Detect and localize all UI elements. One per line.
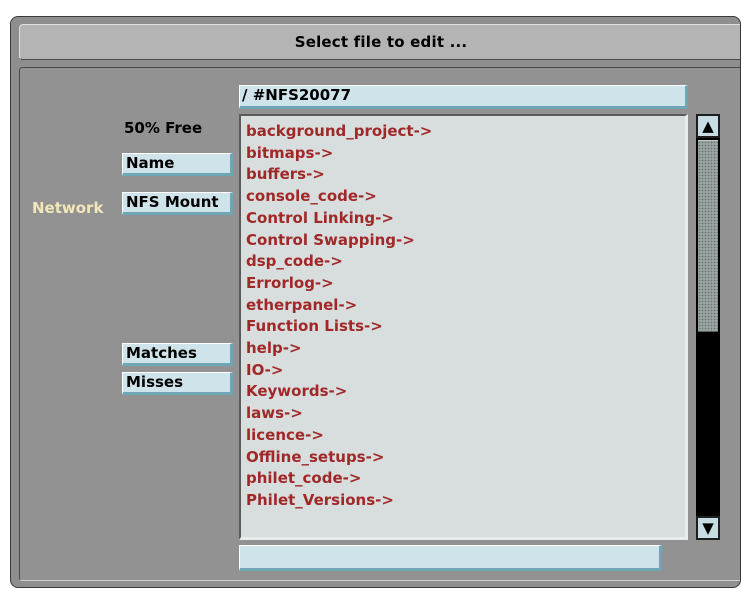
file-list-item[interactable]: console_code-> [241, 186, 685, 208]
nfs-mount-button[interactable]: NFS Mount [122, 192, 233, 215]
file-list-item[interactable]: Offline_setups-> [241, 447, 685, 469]
dialog-title: Select file to edit ... [19, 24, 740, 60]
file-list-item[interactable]: Errorlog-> [241, 273, 685, 295]
file-list-item[interactable]: laws-> [241, 403, 685, 425]
file-list-item[interactable]: Control Swapping-> [241, 230, 685, 252]
file-list-item[interactable]: dsp_code-> [241, 251, 685, 273]
file-list-scrollbar[interactable]: ▲ ▼ [696, 114, 720, 540]
scroll-thumb[interactable] [698, 140, 718, 332]
filename-input[interactable] [239, 545, 662, 571]
file-list-item[interactable]: Function Lists-> [241, 316, 685, 338]
file-list-item[interactable]: help-> [241, 338, 685, 360]
file-list-item[interactable]: bitmaps-> [241, 143, 685, 165]
scroll-down-arrow-icon[interactable]: ▼ [696, 516, 720, 540]
path-field[interactable]: / #NFS20077 [239, 85, 688, 109]
file-list-item[interactable]: etherpanel-> [241, 295, 685, 317]
file-list-item[interactable]: background_project-> [241, 121, 685, 143]
matches-button[interactable]: Matches [122, 343, 233, 366]
scroll-up-arrow-icon[interactable]: ▲ [696, 114, 720, 138]
network-label: Network [32, 199, 104, 217]
free-space-label: 50% Free [124, 119, 203, 137]
misses-button[interactable]: Misses [122, 372, 233, 395]
file-list-item[interactable]: IO-> [241, 360, 685, 382]
file-list-item[interactable]: licence-> [241, 425, 685, 447]
file-list-item[interactable]: Control Linking-> [241, 208, 685, 230]
file-list-item[interactable]: Philet_Versions-> [241, 490, 685, 512]
file-list[interactable]: background_project-> bitmaps-> buffers-> co… [239, 114, 688, 540]
file-list-item[interactable]: buffers-> [241, 164, 685, 186]
name-button[interactable]: Name [122, 153, 233, 176]
file-list-item[interactable]: philet_code-> [241, 468, 685, 490]
file-list-item[interactable]: Keywords-> [241, 381, 685, 403]
